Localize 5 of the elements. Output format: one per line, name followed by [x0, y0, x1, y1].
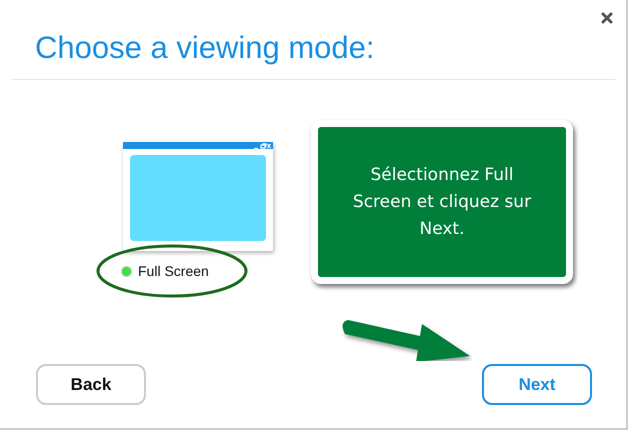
close-icon[interactable] [601, 12, 613, 24]
full-screen-radio[interactable]: Full Screen [121, 263, 209, 279]
back-button[interactable]: Back [36, 364, 146, 405]
dialog-title: Choose a viewing mode: [35, 30, 374, 66]
instruction-text: Sélectionnez Full Screen et cliquez sur Next. [352, 164, 532, 240]
